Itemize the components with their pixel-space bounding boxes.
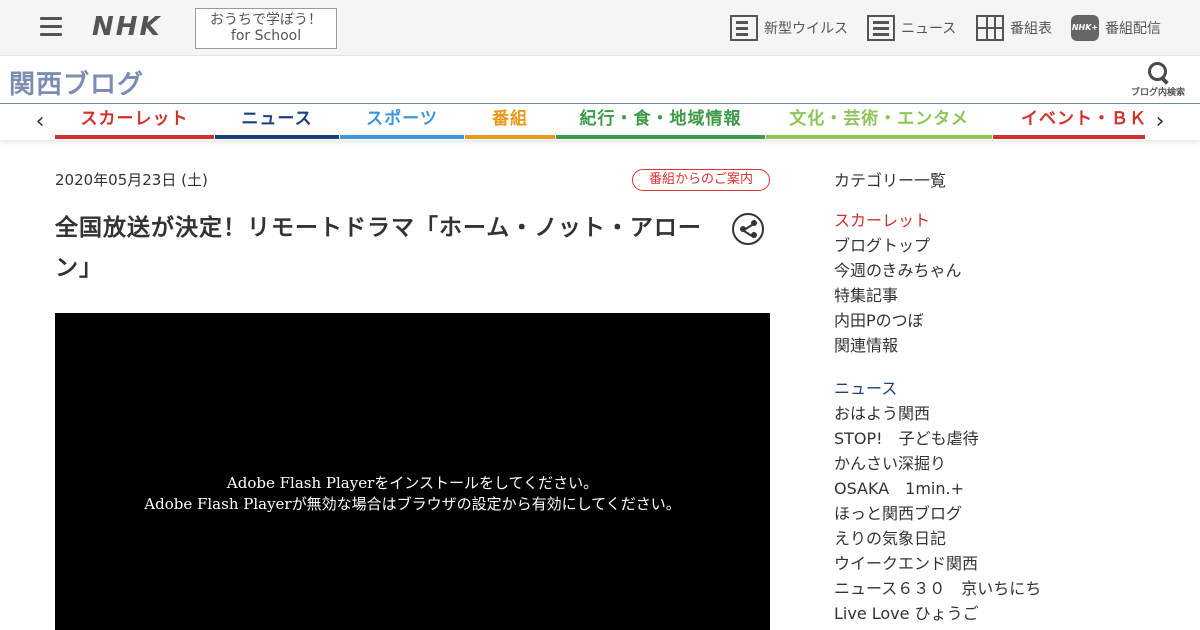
- program-table-icon: [976, 15, 1004, 41]
- sidebar-item[interactable]: ニュース６３０ 京いちにち: [834, 576, 1174, 601]
- nhk-plus-icon: NHK+: [1071, 15, 1099, 41]
- flash-message-line1: Adobe Flash Playerをインストールをしてください。: [226, 474, 599, 492]
- nav-streaming[interactable]: NHK+ 番組配信: [1071, 14, 1161, 42]
- category-badge[interactable]: 番組からのご案内: [632, 169, 770, 191]
- article-date: 2020年05月23日 (土): [55, 171, 208, 189]
- blog-header: 関西ブログ ブログ内検索: [0, 56, 1200, 104]
- sidebar-item[interactable]: ほっと関西ブログ: [834, 501, 1174, 526]
- tab-travel-food-local[interactable]: 紀行・食・地域情報: [556, 104, 765, 139]
- sidebar-item[interactable]: えりの気象日記: [834, 526, 1174, 551]
- sidebar-category-scarlet[interactable]: スカーレット: [834, 208, 1174, 233]
- sidebar-item[interactable]: STOP! 子ども虐待: [834, 426, 1174, 451]
- sidebar-item[interactable]: OSAKA 1min.+: [834, 476, 1174, 501]
- sidebar-item[interactable]: おはよう関西: [834, 401, 1174, 426]
- for-school-button[interactable]: おうちで学ぼう！ for School: [195, 8, 337, 49]
- nav-program-table-label: 番組表: [1010, 21, 1052, 37]
- nav-news-label: ニュース: [901, 21, 957, 37]
- nav-news[interactable]: ニュース: [867, 14, 956, 42]
- share-button[interactable]: [732, 213, 764, 245]
- sidebar-heading: カテゴリー一覧: [834, 171, 947, 190]
- for-school-line2: for School: [230, 28, 302, 44]
- tab-events-bk-plaza[interactable]: イベント・ＢＫプラザ: [993, 104, 1145, 139]
- blog-search-button[interactable]: ブログ内検索: [1128, 61, 1188, 98]
- blog-title[interactable]: 関西ブログ: [9, 64, 144, 101]
- sidebar-item[interactable]: ウイークエンド関西: [834, 551, 1174, 576]
- nav-virus[interactable]: 新型ウイルス: [730, 14, 848, 42]
- flash-message-line2: Adobe Flash Playerが無効な場合はブラウザの設定から有効にしてく…: [144, 495, 681, 513]
- chevron-right-icon[interactable]: ›: [1148, 110, 1172, 134]
- sidebar-item[interactable]: 特集記事: [834, 283, 1174, 308]
- sidebar-item[interactable]: かんさい深掘り: [834, 451, 1174, 476]
- sidebar-item[interactable]: Live Love ひょうご: [834, 601, 1174, 626]
- nhk-logo[interactable]: NHK: [92, 12, 162, 42]
- sidebar-item[interactable]: 内田Pのつぼ: [834, 308, 1174, 333]
- flash-message: Adobe Flash Playerをインストールをしてください。 Adobe …: [55, 473, 770, 515]
- tab-news[interactable]: ニュース: [215, 104, 339, 139]
- tab-culture-arts-entertainment[interactable]: 文化・芸術・エンタメ: [766, 104, 992, 139]
- tab-programs[interactable]: 番組: [465, 104, 555, 139]
- tab-scarlet[interactable]: スカーレット: [55, 104, 214, 139]
- article-title: 全国放送が決定！リモートドラマ「ホーム・ノット・アローン」: [55, 215, 702, 281]
- virus-info-icon: [730, 15, 758, 41]
- tab-sports[interactable]: スポーツ: [340, 104, 464, 139]
- nav-program-table[interactable]: 番組表: [976, 14, 1052, 42]
- sidebar-category-news[interactable]: ニュース: [834, 376, 1174, 401]
- category-sidebar: カテゴリー一覧 スカーレット ブログトップ 今週のきみちゃん 特集記事 内田Pの…: [834, 168, 1174, 626]
- category-tabs: スカーレット ニュース スポーツ 番組 紀行・食・地域情報 文化・芸術・エンタメ…: [55, 104, 1145, 140]
- news-icon: [867, 15, 895, 41]
- sidebar-item[interactable]: 今週のきみちゃん: [834, 258, 1174, 283]
- sidebar-item[interactable]: ブログトップ: [834, 233, 1174, 258]
- sidebar-item[interactable]: 関連情報: [834, 333, 1174, 358]
- nav-streaming-label: 番組配信: [1105, 21, 1161, 37]
- category-tabs-bar: ‹ スカーレット ニュース スポーツ 番組 紀行・食・地域情報 文化・芸術・エン…: [0, 104, 1200, 140]
- search-icon: [1147, 61, 1169, 83]
- global-header: NHK おうちで学ぼう！ for School 新型ウイルス ニュース 番組表 …: [0, 0, 1200, 56]
- menu-icon[interactable]: [40, 17, 62, 37]
- for-school-line1: おうちで学ぼう！: [210, 12, 322, 28]
- nav-virus-label: 新型ウイルス: [764, 21, 848, 37]
- blog-search-label: ブログ内検索: [1130, 88, 1185, 98]
- video-player[interactable]: Adobe Flash Playerをインストールをしてください。 Adobe …: [55, 313, 770, 630]
- chevron-left-icon[interactable]: ‹: [28, 110, 52, 134]
